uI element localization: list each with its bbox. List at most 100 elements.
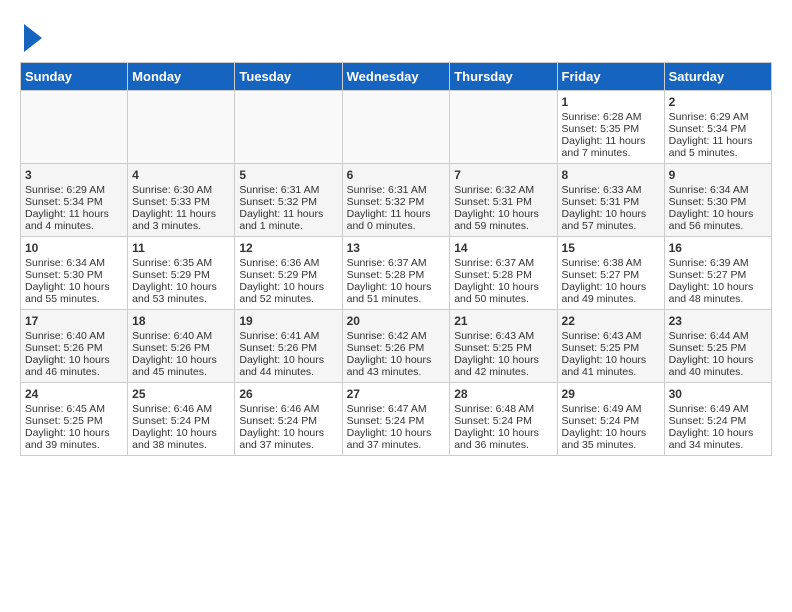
day-detail: Sunrise: 6:46 AM	[132, 403, 230, 415]
day-detail: Daylight: 10 hours and 51 minutes.	[347, 281, 446, 305]
calendar-cell: 9Sunrise: 6:34 AMSunset: 5:30 PMDaylight…	[664, 164, 771, 237]
day-detail: Sunrise: 6:42 AM	[347, 330, 446, 342]
day-detail: Daylight: 10 hours and 56 minutes.	[669, 208, 767, 232]
day-number: 28	[454, 387, 552, 401]
day-detail: Daylight: 10 hours and 49 minutes.	[562, 281, 660, 305]
calendar-cell: 26 Sunrise: 6:46 AMSunset: 5:24 PMDayligh…	[235, 383, 342, 456]
day-number: 18	[132, 314, 230, 328]
calendar-week-row: 10Sunrise: 6:34 AMSunset: 5:30 PMDayligh…	[21, 237, 772, 310]
calendar-cell: 29Sunrise: 6:49 AMSunset: 5:24 PMDayligh…	[557, 383, 664, 456]
day-number: 5	[239, 168, 337, 182]
day-number: 26	[239, 387, 337, 401]
day-number: 19	[239, 314, 337, 328]
day-number: 1	[562, 95, 660, 109]
day-detail: Sunset: 5:24 PM	[239, 415, 337, 427]
day-number: 2	[669, 95, 767, 109]
day-detail: Sunset: 5:34 PM	[25, 196, 123, 208]
day-number: 17	[25, 314, 123, 328]
day-detail: Sunset: 5:24 PM	[669, 415, 767, 427]
calendar-cell: 28Sunrise: 6:48 AMSunset: 5:24 PMDayligh…	[450, 383, 557, 456]
day-detail: Daylight: 11 hours and 1 minute.	[239, 208, 337, 232]
weekday-header: Tuesday	[235, 63, 342, 91]
day-detail: Sunset: 5:24 PM	[454, 415, 552, 427]
day-detail: Sunset: 5:26 PM	[239, 342, 337, 354]
day-detail: Sunrise: 6:41 AM	[239, 330, 337, 342]
day-detail: Daylight: 10 hours and 59 minutes.	[454, 208, 552, 232]
day-detail: Daylight: 10 hours and 42 minutes.	[454, 354, 552, 378]
calendar-cell: 27Sunrise: 6:47 AMSunset: 5:24 PMDayligh…	[342, 383, 450, 456]
day-detail: Daylight: 11 hours and 4 minutes.	[25, 208, 123, 232]
day-detail: Sunset: 5:31 PM	[454, 196, 552, 208]
day-detail: Sunrise: 6:46 AM	[239, 403, 337, 415]
day-number: 12	[239, 241, 337, 255]
day-detail: Daylight: 10 hours and 37 minutes.	[347, 427, 446, 451]
day-detail: Daylight: 10 hours and 38 minutes.	[132, 427, 230, 451]
day-detail: Sunset: 5:25 PM	[562, 342, 660, 354]
day-detail: Sunset: 5:27 PM	[562, 269, 660, 281]
day-detail: Daylight: 11 hours and 0 minutes.	[347, 208, 446, 232]
calendar-cell: 12Sunrise: 6:36 AMSunset: 5:29 PMDayligh…	[235, 237, 342, 310]
day-detail: Sunset: 5:29 PM	[132, 269, 230, 281]
day-detail: Sunset: 5:25 PM	[454, 342, 552, 354]
day-detail: Sunrise: 6:43 AM	[562, 330, 660, 342]
day-detail: Sunset: 5:25 PM	[25, 415, 123, 427]
calendar-week-row: 17Sunrise: 6:40 AMSunset: 5:26 PMDayligh…	[21, 310, 772, 383]
calendar-week-row: 1Sunrise: 6:28 AMSunset: 5:35 PMDaylight…	[21, 91, 772, 164]
weekday-header: Saturday	[664, 63, 771, 91]
day-detail: Daylight: 10 hours and 45 minutes.	[132, 354, 230, 378]
day-detail: Daylight: 10 hours and 52 minutes.	[239, 281, 337, 305]
day-detail: Sunset: 5:25 PM	[669, 342, 767, 354]
day-detail: Sunrise: 6:43 AM	[454, 330, 552, 342]
day-number: 3	[25, 168, 123, 182]
calendar-cell: 18Sunrise: 6:40 AMSunset: 5:26 PMDayligh…	[128, 310, 235, 383]
day-number: 8	[562, 168, 660, 182]
day-detail: Daylight: 11 hours and 3 minutes.	[132, 208, 230, 232]
calendar-cell: 25Sunrise: 6:46 AMSunset: 5:24 PMDayligh…	[128, 383, 235, 456]
day-number: 23	[669, 314, 767, 328]
day-number: 30	[669, 387, 767, 401]
day-number: 21	[454, 314, 552, 328]
day-number: 6	[347, 168, 446, 182]
day-detail: Sunrise: 6:40 AM	[132, 330, 230, 342]
day-detail: Sunrise: 6:39 AM	[669, 257, 767, 269]
day-detail: Sunrise: 6:30 AM	[132, 184, 230, 196]
day-number: 9	[669, 168, 767, 182]
day-detail: Sunset: 5:27 PM	[669, 269, 767, 281]
day-detail: Sunrise: 6:29 AM	[25, 184, 123, 196]
day-detail: Daylight: 10 hours and 50 minutes.	[454, 281, 552, 305]
day-detail: Daylight: 10 hours and 37 minutes.	[239, 427, 337, 451]
day-number: 10	[25, 241, 123, 255]
day-detail: Daylight: 10 hours and 34 minutes.	[669, 427, 767, 451]
day-detail: Daylight: 10 hours and 44 minutes.	[239, 354, 337, 378]
day-detail: Daylight: 10 hours and 46 minutes.	[25, 354, 123, 378]
calendar-cell: 5Sunrise: 6:31 AMSunset: 5:32 PMDaylight…	[235, 164, 342, 237]
day-detail: Daylight: 11 hours and 7 minutes.	[562, 135, 660, 159]
day-detail: Sunset: 5:31 PM	[562, 196, 660, 208]
day-number: 7	[454, 168, 552, 182]
day-detail: Daylight: 10 hours and 39 minutes.	[25, 427, 123, 451]
day-number: 4	[132, 168, 230, 182]
calendar-cell: 10Sunrise: 6:34 AMSunset: 5:30 PMDayligh…	[21, 237, 128, 310]
calendar-cell	[235, 91, 342, 164]
day-detail: Daylight: 11 hours and 5 minutes.	[669, 135, 767, 159]
day-detail: Daylight: 10 hours and 55 minutes.	[25, 281, 123, 305]
day-detail: Sunrise: 6:38 AM	[562, 257, 660, 269]
day-detail: Daylight: 10 hours and 40 minutes.	[669, 354, 767, 378]
day-detail: Sunrise: 6:44 AM	[669, 330, 767, 342]
day-detail: Sunset: 5:24 PM	[132, 415, 230, 427]
day-detail: Sunrise: 6:49 AM	[669, 403, 767, 415]
calendar-cell: 2Sunrise: 6:29 AMSunset: 5:34 PMDaylight…	[664, 91, 771, 164]
day-detail: Daylight: 10 hours and 43 minutes.	[347, 354, 446, 378]
calendar-cell: 1Sunrise: 6:28 AMSunset: 5:35 PMDaylight…	[557, 91, 664, 164]
day-detail: Daylight: 10 hours and 41 minutes.	[562, 354, 660, 378]
day-detail: Sunset: 5:24 PM	[562, 415, 660, 427]
calendar-cell: 20Sunrise: 6:42 AMSunset: 5:26 PMDayligh…	[342, 310, 450, 383]
day-number: 14	[454, 241, 552, 255]
day-detail: Sunrise: 6:31 AM	[239, 184, 337, 196]
day-detail: Sunrise: 6:40 AM	[25, 330, 123, 342]
day-detail: Sunrise: 6:33 AM	[562, 184, 660, 196]
calendar-cell: 23 Sunrise: 6:44 AMSunset: 5:25 PMDayligh…	[664, 310, 771, 383]
calendar-cell	[21, 91, 128, 164]
day-detail: Sunrise: 6:49 AM	[562, 403, 660, 415]
day-detail: Sunset: 5:34 PM	[669, 123, 767, 135]
